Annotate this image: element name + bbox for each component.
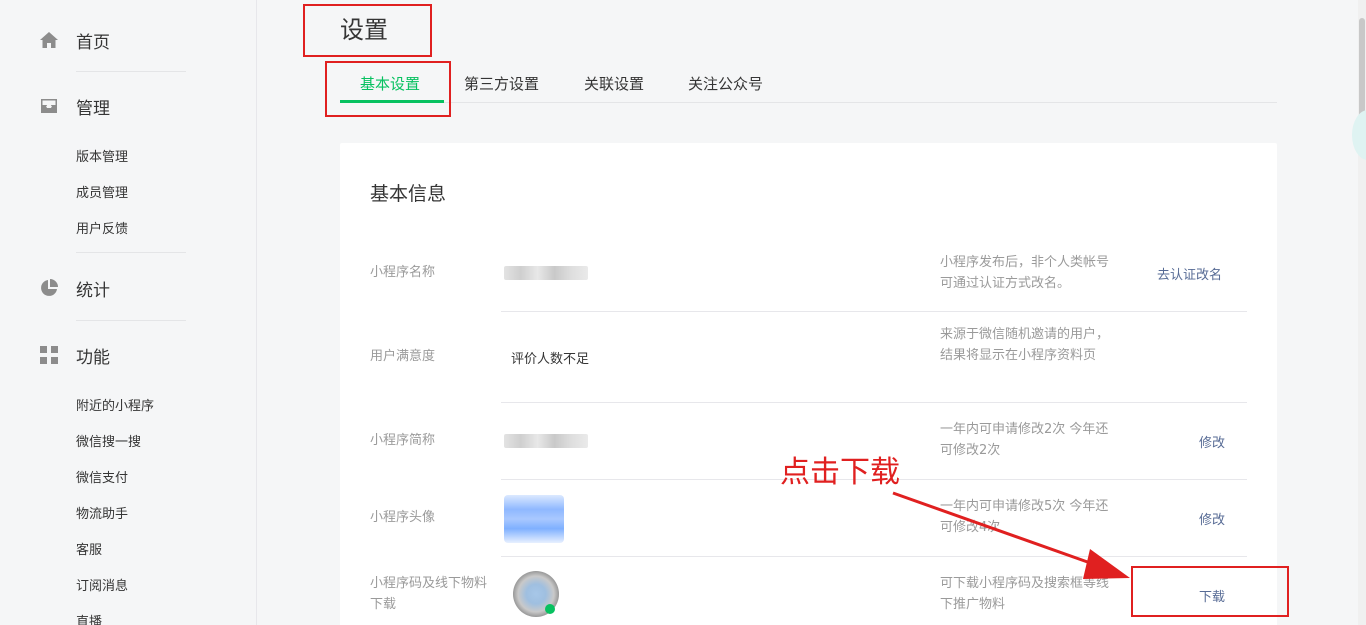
annotation-text: 点击下载 xyxy=(780,455,900,490)
sidebar-subitem-version[interactable]: 版本管理 xyxy=(76,146,128,165)
sidebar-item-manage[interactable]: 管理 xyxy=(38,94,110,119)
inbox-icon xyxy=(38,95,60,117)
row-value: 评价人数不足 xyxy=(511,352,590,367)
modify-avatar-link[interactable]: 修改 xyxy=(1199,509,1225,528)
sidebar-item-label: 统计 xyxy=(76,280,110,301)
scrollbar[interactable] xyxy=(1358,0,1366,625)
floating-help-button[interactable] xyxy=(1352,110,1366,160)
sidebar-subitem-logistics[interactable]: 物流助手 xyxy=(76,503,128,522)
sidebar-item-label: 首页 xyxy=(76,32,110,53)
blurred-shortname xyxy=(504,434,588,448)
basic-info-card: 基本信息 小程序名称 小程序发布后，非个人类帐号可通过认证方式改名。 去认证改名… xyxy=(340,143,1277,625)
row-tip: 可下载小程序码及搜索框等线下推广物料 xyxy=(940,576,1110,612)
wechat-badge-icon xyxy=(545,604,555,614)
title-highlight-box xyxy=(303,4,432,57)
row-label: 小程序头像 xyxy=(370,510,436,525)
verify-rename-link[interactable]: 去认证改名 xyxy=(1157,264,1222,283)
info-row-name: 小程序名称 小程序发布后，非个人类帐号可通过认证方式改名。 去认证改名 xyxy=(340,243,1277,312)
sidebar: 首页 管理 版本管理 成员管理 用户反馈 统计 功能 附近的小程序 微信搜一搜 … xyxy=(0,0,257,625)
row-label: 小程序简称 xyxy=(370,433,436,448)
row-tip: 一年内可申请修改2次 今年还可修改2次 xyxy=(940,422,1109,458)
row-label: 小程序名称 xyxy=(370,265,436,280)
card-title: 基本信息 xyxy=(370,183,447,205)
tab-highlight-box xyxy=(325,61,451,117)
sidebar-subitem-nearby[interactable]: 附近的小程序 xyxy=(76,395,154,414)
blurred-name xyxy=(504,266,588,280)
sidebar-item-label: 管理 xyxy=(76,98,110,119)
home-icon xyxy=(38,29,60,51)
sidebar-subitem-search[interactable]: 微信搜一搜 xyxy=(76,431,141,450)
sidebar-item-stats[interactable]: 统计 xyxy=(38,276,110,301)
info-row-satisfaction: 用户满意度 评价人数不足 来源于微信随机邀请的用户，结果将显示在小程序资料页 xyxy=(340,311,1277,403)
divider xyxy=(76,252,186,253)
tab-bar: 基本设置 第三方设置 关联设置 关注公众号 xyxy=(340,60,1277,103)
download-highlight-box xyxy=(1131,566,1289,617)
sidebar-subitem-pay[interactable]: 微信支付 xyxy=(76,467,128,486)
tab-third-party[interactable]: 第三方设置 xyxy=(464,73,539,94)
sidebar-item-home[interactable]: 首页 xyxy=(38,28,110,53)
grid-icon xyxy=(38,344,60,366)
divider xyxy=(76,320,186,321)
row-tip: 小程序发布后，非个人类帐号可通过认证方式改名。 xyxy=(940,255,1110,291)
sidebar-subitem-service[interactable]: 客服 xyxy=(76,539,102,558)
sidebar-subitem-subscribe[interactable]: 订阅消息 xyxy=(76,575,128,594)
row-label: 小程序码及线下物料下载 xyxy=(370,576,488,612)
app-avatar xyxy=(504,495,564,543)
tab-association[interactable]: 关联设置 xyxy=(584,73,644,94)
sidebar-subitem-feedback[interactable]: 用户反馈 xyxy=(76,218,128,237)
modify-shortname-link[interactable]: 修改 xyxy=(1199,432,1225,451)
sidebar-item-features[interactable]: 功能 xyxy=(38,343,110,368)
sidebar-subitem-live[interactable]: 直播 xyxy=(76,611,102,625)
pie-chart-icon xyxy=(38,277,60,299)
divider xyxy=(76,71,186,72)
row-tip: 来源于微信随机邀请的用户，结果将显示在小程序资料页 xyxy=(940,327,1110,363)
tab-follow-official[interactable]: 关注公众号 xyxy=(688,73,763,94)
info-row-avatar: 小程序头像 一年内可申请修改5次 今年还可修改4次 修改 xyxy=(340,480,1277,557)
row-tip: 一年内可申请修改5次 今年还可修改4次 xyxy=(940,499,1109,535)
row-label: 用户满意度 xyxy=(370,349,436,364)
sidebar-subitem-members[interactable]: 成员管理 xyxy=(76,182,128,201)
sidebar-item-label: 功能 xyxy=(76,347,110,368)
